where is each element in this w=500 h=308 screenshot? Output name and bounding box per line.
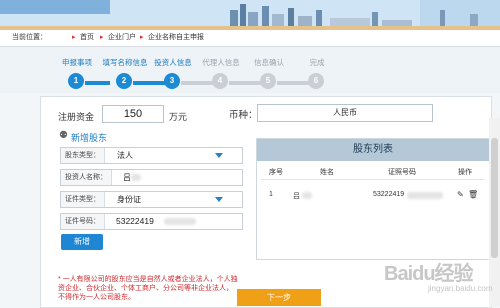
breadcrumb-separator-icon: ▸ — [100, 34, 104, 41]
cell-seq: 1 — [269, 191, 273, 198]
currency-label: 币种： — [229, 110, 258, 121]
col-actions: 操作 — [458, 169, 472, 176]
delete-icon[interactable]: 🗑 — [468, 190, 478, 199]
list-title: 股东列表 — [257, 139, 489, 161]
step-label: 完成 — [309, 58, 325, 67]
id-number-input[interactable]: 证件号码： 53222419 — [60, 213, 243, 230]
col-seq: 序号 — [269, 169, 283, 176]
step-connector — [133, 81, 166, 85]
redacted-blur — [164, 218, 196, 225]
capital-input[interactable]: 150 — [102, 105, 164, 123]
step-number: 2 — [116, 73, 132, 89]
step-number: 4 — [212, 73, 228, 89]
breadcrumb-separator-icon: ▸ — [72, 34, 76, 41]
step-connector — [85, 81, 110, 85]
user-add-icon: ⚉ — [59, 130, 68, 141]
capital-unit: 万元 — [169, 112, 188, 122]
id-type-select[interactable]: 证件类型： 身份证 — [60, 191, 243, 208]
field-value: 法人 — [117, 151, 133, 160]
col-id: 证照号码 — [388, 169, 416, 176]
edit-icon[interactable]: ✎ — [457, 190, 464, 199]
step-connector — [229, 81, 262, 85]
divider — [261, 179, 485, 180]
breadcrumb-prefix: 当前位置： — [12, 34, 47, 41]
breadcrumb-portal[interactable]: 企业门户 — [108, 30, 136, 46]
add-button[interactable]: 新增 — [61, 234, 103, 250]
add-shareholder-title: 新增股东 — [71, 133, 108, 143]
field-value: 身份证 — [117, 195, 141, 204]
step-connector — [277, 81, 310, 85]
watermark-url: jingyan.baidu.com — [428, 284, 493, 293]
field-value: 吕 — [123, 173, 131, 182]
breadcrumb-separator-icon: ▸ — [140, 34, 144, 41]
step-number: 1 — [68, 73, 84, 89]
next-button[interactable]: 下一步 — [237, 289, 321, 306]
field-label: 证件号码： — [61, 214, 105, 229]
currency-select[interactable]: 人民币 — [257, 104, 433, 122]
redacted-blur — [302, 192, 312, 199]
capital-label: 注册资金 — [58, 112, 95, 122]
field-label: 股东类型： — [61, 148, 105, 163]
field-label: 投资人名称： — [61, 170, 112, 185]
step-number: 3 — [164, 73, 180, 89]
breadcrumb-home[interactable]: 首页 — [80, 30, 94, 46]
step-number: 6 — [308, 73, 324, 89]
cell-id: 53222419 — [373, 191, 405, 198]
shareholder-type-select[interactable]: 股东类型： 法人 — [60, 147, 243, 164]
scrollbar[interactable] — [489, 118, 500, 306]
chevron-down-icon — [215, 197, 223, 202]
step-connector — [181, 81, 214, 85]
chevron-down-icon — [215, 153, 223, 158]
city-skyline-image — [0, 0, 500, 30]
watermark-logo: Baidu经验 — [384, 263, 474, 285]
field-label: 证件类型： — [61, 192, 105, 207]
shareholder-list: 股东列表 序号 姓名 证照号码 操作 1 吕 53222419 ✎ 🗑 — [256, 138, 490, 260]
col-name: 姓名 — [320, 169, 334, 176]
warning-note: * 一人有限公司的股东应当是自然人或者企业法人，个人独资企业、合伙企业、个体工商… — [58, 276, 238, 301]
breadcrumb-current: 企业名称自主申报 — [148, 34, 204, 41]
redacted-blur — [131, 174, 141, 181]
header-banner — [0, 0, 500, 30]
breadcrumb: 当前位置： ▸ 首页 ▸ 企业门户 ▸ 企业名称自主申报 — [0, 30, 500, 47]
step-number: 5 — [260, 73, 276, 89]
redacted-blur — [407, 192, 443, 199]
scrollbar-thumb[interactable] — [491, 138, 498, 258]
cell-name: 吕 — [293, 193, 300, 200]
field-value: 53222419 — [116, 216, 154, 226]
investor-name-input[interactable]: 投资人名称： 吕 — [60, 169, 243, 186]
